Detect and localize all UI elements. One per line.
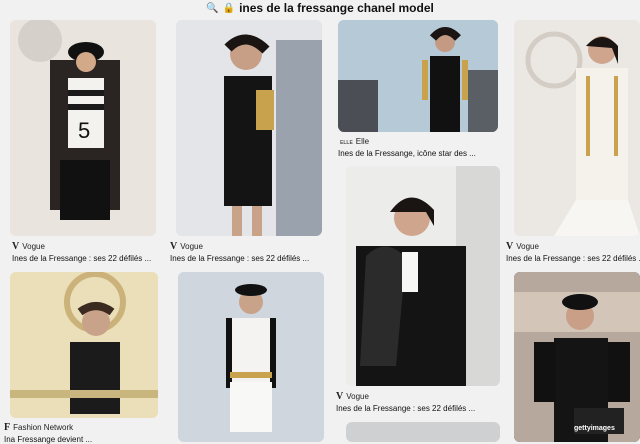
pin-source-4[interactable]: V Vogue: [336, 391, 369, 402]
pin-image-5[interactable]: [10, 272, 158, 418]
pin-image-8[interactable]: gettyimages: [514, 272, 640, 442]
pin-source-2[interactable]: V Vogue: [170, 241, 203, 252]
pin-source-3[interactable]: ELLE Elle: [340, 137, 369, 146]
runway-photo-6: [178, 272, 324, 442]
pin-image-2[interactable]: [176, 20, 322, 236]
pin-caption-8[interactable]: Ines de la Fressange : ses 22 défilés ..…: [506, 254, 640, 263]
pin-grid: 5 V Vogue Ines de la Fressange : ses 22 d…: [0, 16, 640, 444]
runway-photo-5: [10, 272, 158, 418]
pin-image-6[interactable]: [178, 272, 324, 442]
pin-caption-5[interactable]: Ina Fressange devient ...: [4, 435, 92, 444]
pin-source-5[interactable]: F Fashion Network: [4, 422, 73, 433]
runway-photo-7: [346, 166, 500, 386]
search-icon: 🔍: [206, 2, 219, 14]
pin-caption-2[interactable]: Ines de la Fressange : ses 22 défilés ..…: [170, 254, 309, 263]
getty-watermark: gettyimages: [574, 425, 615, 432]
pin-image-4[interactable]: [514, 20, 640, 236]
pin-image-3[interactable]: [338, 20, 498, 132]
pin-caption-3[interactable]: Ines de la Fressange, icône star des ...: [338, 149, 476, 158]
runway-photo-4: [514, 20, 640, 236]
lock-icon: 🔒: [222, 2, 236, 14]
pin-source-1[interactable]: V Vogue: [12, 241, 45, 252]
search-query: ines de la fressange chanel model: [239, 1, 434, 15]
pin-image-1[interactable]: 5: [10, 20, 156, 236]
pin-image-7[interactable]: [346, 166, 500, 386]
runway-photo-1: 5: [10, 20, 156, 236]
pin-caption-1[interactable]: Ines de la Fressange : ses 22 défilés ..…: [12, 254, 151, 263]
search-bar[interactable]: 🔍 🔒 ines de la fressange chanel model: [0, 0, 640, 16]
svg-text:5: 5: [78, 118, 90, 143]
pin-image-9[interactable]: [346, 422, 500, 442]
pin-source-8[interactable]: V Vogue: [506, 241, 539, 252]
runway-photo-2: [176, 20, 322, 236]
pin-caption-4[interactable]: Ines de la Fressange : ses 22 défilés ..…: [336, 404, 475, 413]
runway-photo-8: [514, 272, 640, 442]
runway-photo-3: [338, 20, 498, 132]
